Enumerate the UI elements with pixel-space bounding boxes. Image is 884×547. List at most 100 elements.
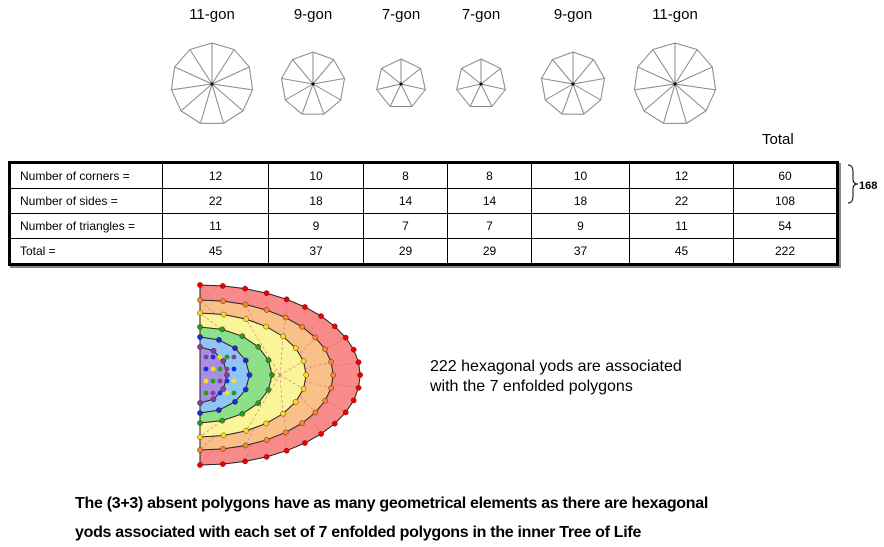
yod-dot bbox=[302, 440, 308, 446]
polygon-spoke bbox=[572, 77, 605, 85]
row-total-cell: 108 bbox=[733, 188, 838, 214]
polygon-9-gon bbox=[280, 51, 346, 115]
yod-dot bbox=[280, 333, 286, 340]
yod-dot bbox=[263, 290, 270, 296]
row-total-cell: 222 bbox=[733, 238, 838, 265]
yod-dot bbox=[350, 397, 357, 404]
polygon-center bbox=[210, 82, 214, 86]
yod-dot bbox=[312, 409, 319, 416]
yod-dot bbox=[210, 354, 216, 360]
value-cell: 8 bbox=[447, 162, 532, 189]
polygon-center bbox=[571, 82, 575, 86]
yod-dot bbox=[224, 366, 230, 372]
yod-dot bbox=[197, 324, 203, 330]
polygon-center bbox=[673, 82, 677, 86]
polygon-spoke bbox=[552, 59, 574, 85]
row-label: Number of sides = bbox=[9, 188, 163, 214]
value-cell: 29 bbox=[447, 238, 532, 265]
yod-dot bbox=[350, 346, 357, 353]
yod-dot bbox=[299, 323, 305, 330]
value-cell: 10 bbox=[268, 162, 364, 189]
polygon-label: 7-gon bbox=[381, 6, 421, 23]
polygon-spoke bbox=[312, 77, 345, 85]
yod-dot bbox=[210, 396, 217, 403]
yod-dot bbox=[197, 310, 203, 316]
yod-dot bbox=[330, 372, 336, 378]
value-cell: 14 bbox=[363, 188, 448, 214]
polygon-7-gon bbox=[456, 58, 506, 108]
yod-dot bbox=[265, 387, 272, 393]
row-total-cell: 54 bbox=[733, 213, 838, 239]
yod-dot bbox=[197, 447, 203, 453]
yod-dot bbox=[219, 461, 226, 467]
yod-dot bbox=[220, 446, 226, 452]
value-cell: 9 bbox=[268, 213, 364, 239]
polygon-spoke bbox=[281, 77, 314, 85]
yod-dot bbox=[220, 298, 226, 304]
yod-dot bbox=[210, 347, 217, 354]
yod-dot bbox=[197, 297, 203, 303]
element-count-table: Number of corners = 12 10 8 8 10 12 60 Number of… bbox=[8, 161, 839, 266]
polygon-9-gon bbox=[540, 51, 606, 115]
value-cell: 22 bbox=[629, 188, 734, 214]
yod-dot bbox=[224, 354, 230, 360]
table-row: Number of sides = 22 18 14 14 18 22 108 bbox=[9, 188, 838, 214]
yod-dot bbox=[219, 283, 226, 289]
polygon-spoke bbox=[285, 83, 314, 101]
value-cell: 37 bbox=[531, 238, 630, 265]
row-label: Number of corners = bbox=[9, 162, 163, 189]
yod-dot bbox=[197, 434, 203, 440]
yod-dot bbox=[232, 345, 238, 351]
polygon-center bbox=[479, 82, 483, 86]
yod-dot bbox=[300, 358, 307, 365]
yod-dot bbox=[217, 354, 223, 360]
yod-dot bbox=[219, 326, 226, 333]
polygon-spoke bbox=[312, 59, 334, 85]
yod-dot bbox=[203, 378, 209, 384]
yod-dot bbox=[203, 354, 209, 360]
polygon-spoke bbox=[376, 83, 402, 91]
polygon-spoke bbox=[674, 83, 688, 124]
yod-dot bbox=[255, 400, 262, 407]
yod-dot bbox=[242, 442, 249, 449]
yod-dot bbox=[303, 372, 309, 378]
value-cell: 45 bbox=[629, 238, 734, 265]
yod-dot bbox=[331, 323, 338, 330]
yod-dot bbox=[220, 358, 227, 364]
value-cell: 11 bbox=[162, 213, 269, 239]
yod-dot bbox=[242, 386, 249, 393]
value-cell: 12 bbox=[629, 162, 734, 189]
value-cell: 22 bbox=[162, 188, 269, 214]
yod-dot bbox=[217, 378, 223, 384]
yod-dot bbox=[300, 385, 307, 392]
yod-dot bbox=[263, 437, 270, 443]
polygon-spoke bbox=[211, 83, 225, 124]
brace-total: 168 bbox=[859, 180, 878, 192]
polygon-11-gon bbox=[170, 42, 254, 124]
polygon-spoke bbox=[456, 83, 482, 91]
value-cell: 7 bbox=[363, 213, 448, 239]
value-cell: 18 bbox=[531, 188, 630, 214]
yod-dot bbox=[224, 390, 230, 396]
yod-dot bbox=[239, 411, 246, 417]
yod-dot bbox=[231, 354, 237, 360]
yod-dot bbox=[197, 420, 203, 426]
yod-dot bbox=[265, 357, 272, 363]
polygon-label: 11-gon bbox=[189, 6, 235, 23]
polygon-spoke bbox=[461, 68, 482, 85]
yod-dot bbox=[210, 390, 216, 396]
polygon-label: 9-gon bbox=[293, 6, 333, 23]
yod-dot bbox=[242, 458, 248, 465]
polygon-spoke bbox=[301, 83, 314, 115]
polygon-spoke bbox=[400, 83, 426, 91]
figure-caption: 222 hexagonal yods are associated with t… bbox=[430, 357, 682, 397]
polygon-center bbox=[399, 82, 403, 86]
polygon-spoke bbox=[572, 83, 601, 101]
enfolded-polygons-figure bbox=[197, 282, 363, 468]
polygon-label: 9-gon bbox=[553, 6, 593, 23]
yod-dot bbox=[263, 454, 270, 460]
yod-dot bbox=[197, 462, 203, 468]
yod-dot bbox=[224, 372, 230, 378]
caption-line-2: with the 7 enfolded polygons bbox=[430, 378, 633, 395]
polygon-spoke bbox=[662, 83, 676, 124]
